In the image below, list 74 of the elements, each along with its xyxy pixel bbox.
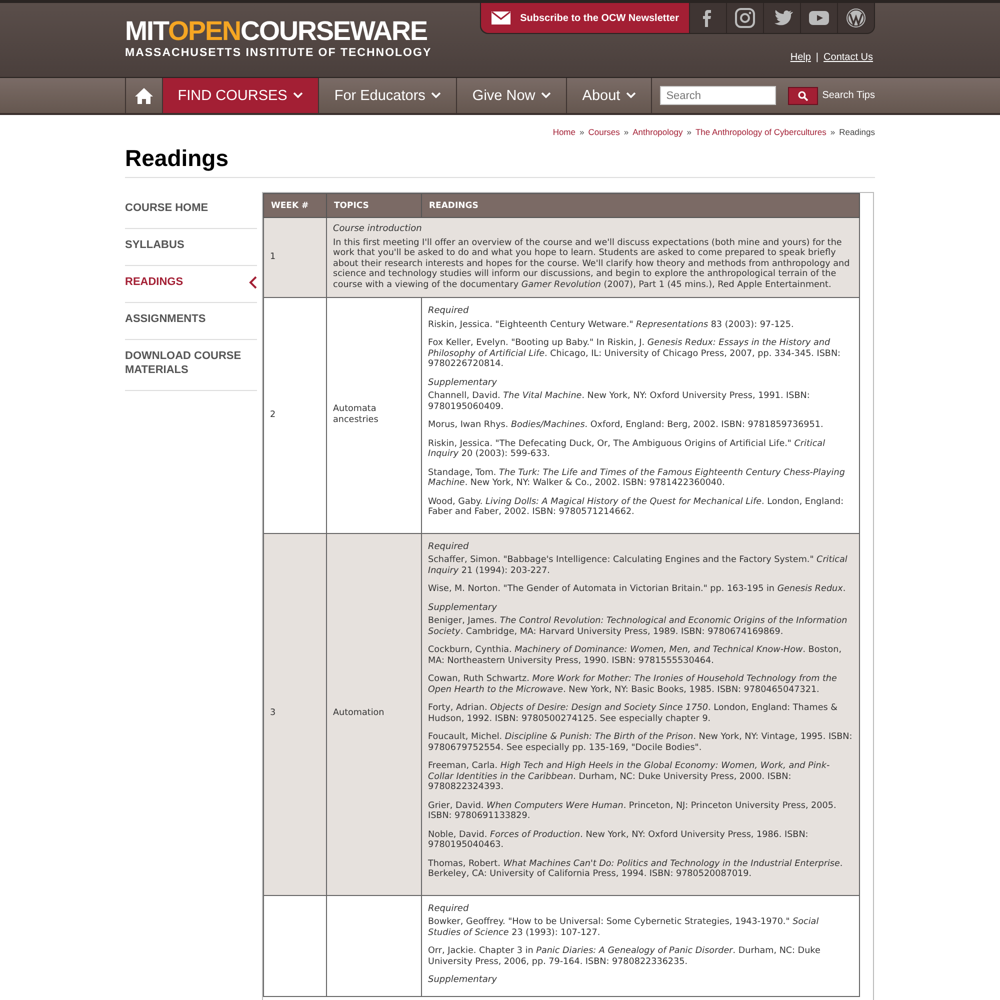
section-heading: Required bbox=[428, 904, 470, 914]
reading-title: Course introduction bbox=[333, 224, 423, 234]
wordpress-icon[interactable] bbox=[845, 7, 867, 29]
citation: Standage, Tom. The Turk: The Life and Times of the Famous Eighteenth Century Chess-Playing Machine. New York, NY: Walker & Co., 2002. ISBN: 9781422360040. bbox=[428, 468, 846, 488]
citation: Thomas, Robert. What Machines Can't Do: Politics and Technology in the Industrial Enterprise. Berkeley, CA: University of California Press, 1994. ISBN: 9780520087019. bbox=[428, 858, 844, 880]
nav-tab[interactable]: For Educators bbox=[318, 78, 456, 113]
nav-tab[interactable]: Give Now bbox=[456, 78, 566, 113]
search-button[interactable] bbox=[788, 86, 818, 104]
logo-subtitle: MASSACHUSETTS INSTITUTE OF TECHNOLOGY bbox=[125, 47, 432, 59]
table-cell: Automation bbox=[326, 533, 422, 895]
section-heading: Required bbox=[428, 306, 470, 316]
citation: Cockburn, Cynthia. Machinery of Dominance: Women, Men, and Technical Know-How. Boston, MA: Northeastern University Press, 1990. ISBN: 9781555530464. bbox=[428, 645, 842, 666]
citation: Grier, David. When Computers Were Human. Princeton, NJ: Princeton University Press, 2005. ISBN: 9780691133829. bbox=[428, 800, 838, 822]
breadcrumb-link[interactable]: Courses bbox=[588, 127, 620, 137]
nav-tab[interactable]: About bbox=[566, 78, 652, 113]
column-header: WEEK # bbox=[264, 194, 326, 218]
table-cell: 1 bbox=[264, 218, 326, 298]
search-tips-link[interactable]: Search Tips bbox=[822, 90, 875, 101]
table-cell: Automata ancestries bbox=[326, 298, 422, 533]
citation: Morus, Iwan Rhys. Bodies/Machines. Oxford, England: Berg, 2002. ISBN: 9781859736951. bbox=[428, 420, 824, 430]
citation: Wood, Gaby. Living Dolls: A Magical History of the Quest for Mechanical Life. London, England: Faber and Faber, 2002. ISBN: 9780571214662. bbox=[428, 496, 845, 518]
chevron-down-icon bbox=[626, 92, 636, 99]
breadcrumb-separator: » bbox=[830, 127, 836, 137]
header-link[interactable]: Contact Us bbox=[824, 52, 873, 63]
breadcrumb-current: Readings bbox=[839, 127, 875, 137]
sidebar-item[interactable]: COURSE HOME bbox=[125, 192, 257, 229]
breadcrumb-link[interactable]: Anthropology bbox=[632, 127, 683, 137]
section-heading: Supplementary bbox=[428, 378, 498, 388]
header-link[interactable]: Help bbox=[790, 52, 811, 63]
breadcrumb-separator: » bbox=[580, 127, 584, 137]
breadcrumb-link[interactable]: Home bbox=[552, 127, 576, 137]
search-icon bbox=[798, 90, 808, 100]
sidebar-item[interactable]: DOWNLOAD COURSE MATERIALS bbox=[125, 340, 257, 391]
link-separator: | bbox=[816, 52, 819, 63]
table-cell: 2 bbox=[264, 298, 326, 533]
section-heading: Required bbox=[428, 542, 470, 552]
section-heading: Supplementary bbox=[428, 602, 498, 613]
instagram-icon[interactable] bbox=[734, 7, 756, 29]
reading-description: In this first meeting I'll offer an overview of the course and we'll discuss expectations (both mine and yours) for the work that you'll be asked to do and what you hope to learn. Students are asked to come prepared to speak briefly about their research interests and hopes for the course. We'll clarify how theory and methods from anthropology and science and technology studies will inform our discussions, and begin to explore the anthropological terrain of the course with a viewing of the documentary Gamer Revolution (2007), Part 1 (45 mins.), Red Apple Entertainment. bbox=[333, 238, 851, 290]
table-cell: 3 bbox=[264, 533, 326, 895]
chevron-down-icon bbox=[541, 92, 552, 99]
sidebar-item[interactable]: READINGS bbox=[125, 266, 257, 303]
chevron-down-icon bbox=[293, 92, 304, 99]
column-header: TOPICS bbox=[326, 194, 422, 218]
citation: Channell, David. The Vital Machine. New York, NY: Oxford University Press, 1991. ISBN: 9780195060409. bbox=[428, 391, 811, 412]
citation: Riskin, Jessica. "The Defecating Duck, Or, The Ambiguous Origins of Artificial Life." Critical Inquiry 20 (2003): 599-633. bbox=[428, 438, 826, 460]
sidebar-item[interactable]: ASSIGNMENTS bbox=[125, 303, 257, 340]
chevron-left-icon bbox=[249, 276, 257, 288]
citation: Noble, David. Forces of Production. New York, NY: Oxford University Press, 1986. ISBN: 9780195040463. bbox=[428, 830, 810, 850]
citation: Foucault, Michel. Discipline & Punish: The Birth of the Prison. New York, NY: Vintage, 1995. ISBN: 9780679752554. See especially pp. 135-169, "Docile Bodies". bbox=[428, 732, 853, 753]
sidebar-item[interactable]: SYLLABUS bbox=[125, 229, 257, 266]
citation: Wise, M. Norton. "The Gender of Automata in Victorian Britain." pp. 163-195 in Genesis Redux. bbox=[428, 584, 847, 594]
breadcrumb-separator: » bbox=[624, 127, 629, 137]
citation: Beniger, James. The Control Revolution: Technological and Economic Origins of the Information Society. Cambridge, MA: Harvard University Press, 1989. ISBN: 9780674169869. bbox=[428, 616, 848, 637]
home-icon bbox=[134, 86, 154, 104]
site-logo[interactable]: MITOPENCOURSEWARE bbox=[125, 17, 432, 45]
citation: Cowan, Ruth Schwartz. More Work for Mother: The Ironies of Household Technology from the Open Hearth to the Microwave. New York, NY: Basic Books, 1985. ISBN: 9780465047321. bbox=[428, 674, 838, 695]
page-title: Readings bbox=[125, 145, 875, 178]
chevron-down-icon bbox=[431, 92, 442, 99]
column-header: READINGS bbox=[422, 194, 860, 218]
citation: Forty, Adrian. Objects of Desire: Design and Society Since 1750. London, England: Thames & Hudson, 1992. ISBN: 9780500274125. See especially chapter 9. bbox=[428, 703, 838, 724]
citation: Orr, Jackie. Chapter 3 in Panic Diaries: A Genealogy of Panic Disorder. Durham, NC: Duke University Press, 2006, pp. 79-164. ISBN: 9780822336235. bbox=[428, 946, 822, 967]
citation: Fox Keller, Evelyn. "Booting up Baby." In Riskin, J. Genesis Redux: Essays in the History and Philosophy of Artificial Life. Chicago, IL: University of Chicago Press, 2007, pp. 334-345. ISBN: 9780226720814. bbox=[428, 338, 842, 370]
section-heading: Supplementary bbox=[428, 975, 498, 986]
citation: Schaffer, Simon. "Babbage's Intelligence: Calculating Engines and the Factory System." Critical Inquiry 21 (1994): 203-227. bbox=[428, 555, 848, 576]
breadcrumb-link[interactable]: The Anthropology of Cybercultures bbox=[695, 127, 826, 137]
citation: Freeman, Carla. High Tech and High Heels in the Global Economy: Women, Work, and Pink-Collar Identities in the Caribbean. Durham, NC: Duke University Press, 2000. ISBN: 9780822324393. bbox=[428, 761, 831, 792]
envelope-icon bbox=[491, 11, 512, 25]
breadcrumb-separator: » bbox=[686, 127, 692, 137]
search-field[interactable]: Search bbox=[660, 86, 776, 105]
nav-tab[interactable]: FIND COURSES bbox=[162, 78, 318, 113]
citation: Riskin, Jessica. "Eighteenth Century Wetware." Representations 83 (2003): 97-125. bbox=[428, 320, 795, 330]
citation: Bowker, Geoffrey. "How to be Universal: Some Cybernetic Strategies, 1943-1970." Social Studies of Science 23 (1993): 107-127. bbox=[428, 917, 820, 938]
newsletter-button[interactable]: Subscribe to the OCW Newsletter bbox=[481, 3, 689, 33]
